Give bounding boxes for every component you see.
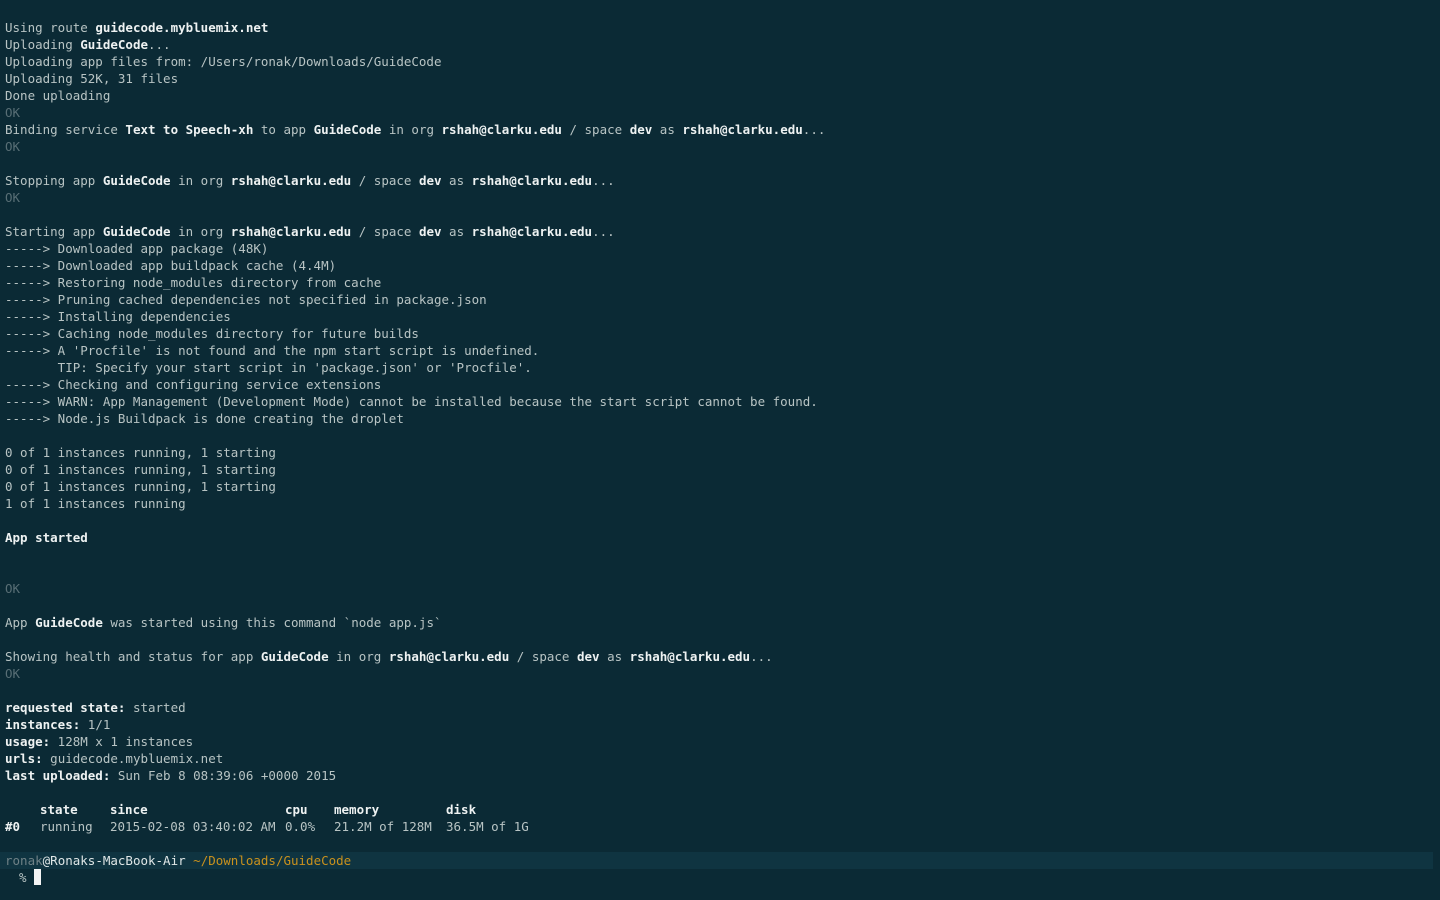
- prompt-context: ronak@Ronaks-MacBook-Air ~/Downloads/Gui…: [5, 852, 351, 869]
- table-cell-state: running: [40, 819, 93, 834]
- instances-log-line: 1 of 1 instances running: [5, 496, 186, 511]
- table-header-state: state: [40, 802, 78, 817]
- done-uploading-line: Done uploading: [5, 88, 111, 103]
- buildpack-log-line: -----> Caching node_modules directory fo…: [5, 326, 419, 341]
- ok-line: OK: [5, 190, 21, 205]
- upload-size-line: Uploading 52K, 31 files: [5, 71, 179, 86]
- table-header-since: since: [110, 802, 148, 817]
- urls-line: urls: guidecode.mybluemix.net: [5, 751, 224, 766]
- table-header-memory: memory: [334, 802, 380, 817]
- usage-line: usage: 128M x 1 instances: [5, 734, 194, 749]
- table-header-cpu: cpu: [285, 802, 308, 817]
- ok-line: OK: [5, 105, 21, 120]
- buildpack-log-line: -----> WARN: App Management (Development…: [5, 394, 818, 409]
- table-cell-memory: 21.2M of 128M: [334, 819, 432, 834]
- instances-log-line: 0 of 1 instances running, 1 starting: [5, 462, 276, 477]
- buildpack-log-line: -----> A 'Procfile' is not found and the…: [5, 343, 540, 358]
- table-cell-cpu: 0.0%: [285, 819, 316, 834]
- ok-line: OK: [5, 666, 21, 681]
- instances-log-line: 0 of 1 instances running, 1 starting: [5, 445, 276, 460]
- health-line: Showing health and status for app GuideC…: [5, 649, 773, 664]
- table-row-index: #0: [5, 819, 21, 834]
- buildpack-log-line: -----> Pruning cached dependencies not s…: [5, 292, 487, 307]
- app-started-line: App started: [5, 530, 88, 545]
- prompt-symbol: %: [19, 870, 27, 885]
- route-line: Using route guidecode.mybluemix.net: [5, 20, 269, 35]
- ok-line: OK: [5, 581, 21, 596]
- buildpack-log-line: -----> Checking and configuring service …: [5, 377, 382, 392]
- buildpack-log-line: -----> Downloaded app buildpack cache (4…: [5, 258, 337, 273]
- upload-from-line: Uploading app files from: /Users/ronak/D…: [5, 54, 442, 69]
- table-cell-disk: 36.5M of 1G: [446, 819, 529, 834]
- start-command-line: App GuideCode was started using this com…: [5, 615, 442, 630]
- buildpack-log-line: -----> Downloaded app package (48K): [5, 241, 269, 256]
- text-cursor: [34, 869, 42, 885]
- stopping-line: Stopping app GuideCode in org rshah@clar…: [5, 173, 615, 188]
- buildpack-log-line: -----> Node.js Buildpack is done creatin…: [5, 411, 404, 426]
- uploading-app-line: Uploading GuideCode...: [5, 37, 171, 52]
- instances-log-line: 0 of 1 instances running, 1 starting: [5, 479, 276, 494]
- ok-line: OK: [5, 139, 21, 154]
- last-uploaded-line: last uploaded: Sun Feb 8 08:39:06 +0000 …: [5, 768, 337, 783]
- requested-state-line: requested state: started: [5, 700, 186, 715]
- command-input[interactable]: %: [19, 869, 42, 886]
- buildpack-log-line: -----> Installing dependencies: [5, 309, 231, 324]
- terminal-window[interactable]: Using route guidecode.mybluemix.net Uplo…: [0, 0, 1440, 900]
- instances-line: instances: 1/1: [5, 717, 111, 732]
- prompt-path: ~/Downloads/GuideCode: [193, 853, 352, 868]
- table-cell-since: 2015-02-08 03:40:02 AM: [110, 819, 276, 834]
- prompt-user: ronak: [5, 853, 43, 868]
- binding-line: Binding service Text to Speech-xh to app…: [5, 122, 826, 137]
- table-header-disk: disk: [446, 802, 477, 817]
- prompt-host: @Ronaks-MacBook-Air: [42, 853, 186, 868]
- buildpack-log-line: -----> Restoring node_modules directory …: [5, 275, 382, 290]
- buildpack-log-line: TIP: Specify your start script in 'packa…: [5, 360, 532, 375]
- starting-line: Starting app GuideCode in org rshah@clar…: [5, 224, 615, 239]
